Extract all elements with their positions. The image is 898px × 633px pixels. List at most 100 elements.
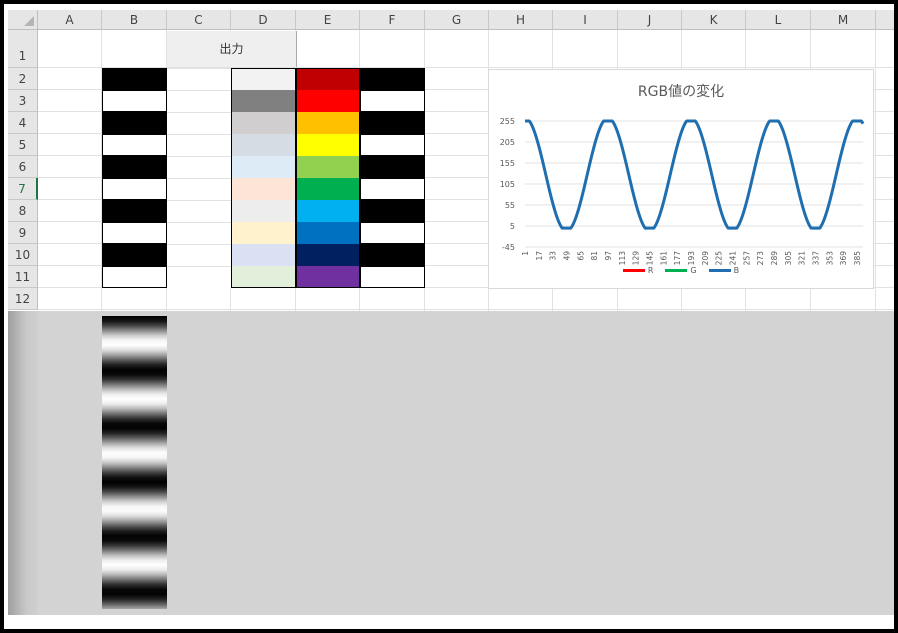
cell-e4[interactable]: [296, 112, 360, 134]
cell-f10[interactable]: [360, 244, 425, 266]
cell-c9[interactable]: [167, 222, 231, 244]
column-header-c[interactable]: C: [167, 10, 231, 30]
y-tick-label: -45: [502, 243, 515, 252]
cell-b10[interactable]: [102, 244, 167, 266]
column-header-b[interactable]: B: [102, 10, 167, 30]
cell-f3[interactable]: [360, 90, 425, 112]
cell-c4[interactable]: [167, 112, 231, 134]
row-header-8[interactable]: 8: [8, 200, 38, 222]
cell-c7[interactable]: [167, 178, 231, 200]
cell-e7[interactable]: [296, 178, 360, 200]
column-header-h[interactable]: H: [489, 10, 553, 30]
x-tick-label: 65: [576, 251, 585, 261]
column-header-i[interactable]: I: [553, 10, 618, 30]
cell-e10[interactable]: [296, 244, 360, 266]
row-header-10[interactable]: 10: [8, 244, 38, 266]
column-header-filler: [876, 10, 894, 30]
x-tick-label: 321: [798, 251, 807, 266]
cell-d8[interactable]: [231, 200, 296, 222]
cell-d4[interactable]: [231, 112, 296, 134]
y-tick-label: 105: [500, 180, 515, 189]
cell-f6[interactable]: [360, 156, 425, 178]
cell-c3[interactable]: [167, 90, 231, 112]
x-tick-label: 145: [645, 251, 654, 266]
x-tick-label: 177: [673, 251, 682, 266]
column-header-j[interactable]: J: [618, 10, 682, 30]
cell-d6[interactable]: [231, 156, 296, 178]
cell-f8[interactable]: [360, 200, 425, 222]
cell-d5[interactable]: [231, 134, 296, 156]
gradient-stripe-image[interactable]: [102, 316, 167, 609]
cell-c2[interactable]: [167, 68, 231, 90]
cell-b2[interactable]: [102, 68, 167, 90]
x-tick-label: 337: [811, 251, 820, 266]
column-header-l[interactable]: L: [746, 10, 811, 30]
cell-f7[interactable]: [360, 178, 425, 200]
cell-c5[interactable]: [167, 134, 231, 156]
cell-e8[interactable]: [296, 200, 360, 222]
row-header-3[interactable]: 3: [8, 90, 38, 112]
legend-item-g[interactable]: G: [665, 266, 697, 275]
column-header-m[interactable]: M: [811, 10, 876, 30]
cell-e2[interactable]: [296, 68, 360, 90]
cell-b9[interactable]: [102, 222, 167, 244]
row-header-11[interactable]: 11: [8, 266, 38, 288]
x-tick-label: 241: [728, 251, 737, 266]
row-header-9[interactable]: 9: [8, 222, 38, 244]
select-all-corner[interactable]: [8, 10, 38, 30]
rgb-chart[interactable]: RGB値の変化 255 205 155 105 55 5 -45 1 17 33 49 65 81 97 1…: [488, 69, 874, 289]
row-header-6[interactable]: 6: [8, 156, 38, 178]
cell-e3[interactable]: [296, 90, 360, 112]
x-tick-label: 81: [590, 251, 599, 261]
chart-legend: RGB: [489, 266, 873, 275]
cell-c8[interactable]: [167, 200, 231, 222]
cell-b11[interactable]: [102, 266, 167, 288]
x-tick-label: 385: [853, 251, 862, 266]
legend-item-r[interactable]: R: [622, 266, 653, 275]
cell-d10[interactable]: [231, 244, 296, 266]
row-header-1[interactable]: 1: [8, 30, 38, 68]
cell-b3[interactable]: [102, 90, 167, 112]
legend-item-b[interactable]: B: [708, 266, 739, 275]
cell-d2[interactable]: [231, 68, 296, 90]
x-tick-label: 33: [549, 251, 558, 261]
cell-c10[interactable]: [167, 244, 231, 266]
cell-c1-d1-header[interactable]: 出力: [167, 31, 297, 67]
cell-f2[interactable]: [360, 68, 425, 90]
x-tick-label: 305: [784, 251, 793, 266]
cell-b8[interactable]: [102, 200, 167, 222]
column-header-k[interactable]: K: [682, 10, 746, 30]
cell-d3[interactable]: [231, 90, 296, 112]
cell-f9[interactable]: [360, 222, 425, 244]
x-tick-label: 113: [618, 251, 627, 266]
row-header-5[interactable]: 5: [8, 134, 38, 156]
cell-d9[interactable]: [231, 222, 296, 244]
column-header-g[interactable]: G: [425, 10, 489, 30]
row-header-4[interactable]: 4: [8, 112, 38, 134]
cell-b4[interactable]: [102, 112, 167, 134]
cell-f4[interactable]: [360, 112, 425, 134]
series-b-line[interactable]: [524, 119, 865, 230]
cell-b6[interactable]: [102, 156, 167, 178]
window-frame: ABCDEFGHIJKLM 1 2 3 4 5 6 7 8 9 10 11 12 出力 RGB値の変化…: [0, 0, 898, 633]
row-header-7[interactable]: 7: [8, 178, 38, 200]
cell-e5[interactable]: [296, 134, 360, 156]
column-header-a[interactable]: A: [38, 10, 102, 30]
cell-c11[interactable]: [167, 266, 231, 288]
cell-e6[interactable]: [296, 156, 360, 178]
column-header-f[interactable]: F: [360, 10, 425, 30]
cell-e11[interactable]: [296, 266, 360, 288]
legend-swatch-b: [708, 269, 731, 272]
column-header-e[interactable]: E: [296, 10, 360, 30]
cell-e9[interactable]: [296, 222, 360, 244]
column-header-d[interactable]: D: [231, 10, 296, 30]
cell-f5[interactable]: [360, 134, 425, 156]
cell-b5[interactable]: [102, 134, 167, 156]
row-header-12[interactable]: 12: [8, 288, 38, 310]
row-header-2[interactable]: 2: [8, 68, 38, 90]
cell-d11[interactable]: [231, 266, 296, 288]
cell-c6[interactable]: [167, 156, 231, 178]
cell-d7[interactable]: [231, 178, 296, 200]
cell-f11[interactable]: [360, 266, 425, 288]
cell-b7[interactable]: [102, 178, 167, 200]
